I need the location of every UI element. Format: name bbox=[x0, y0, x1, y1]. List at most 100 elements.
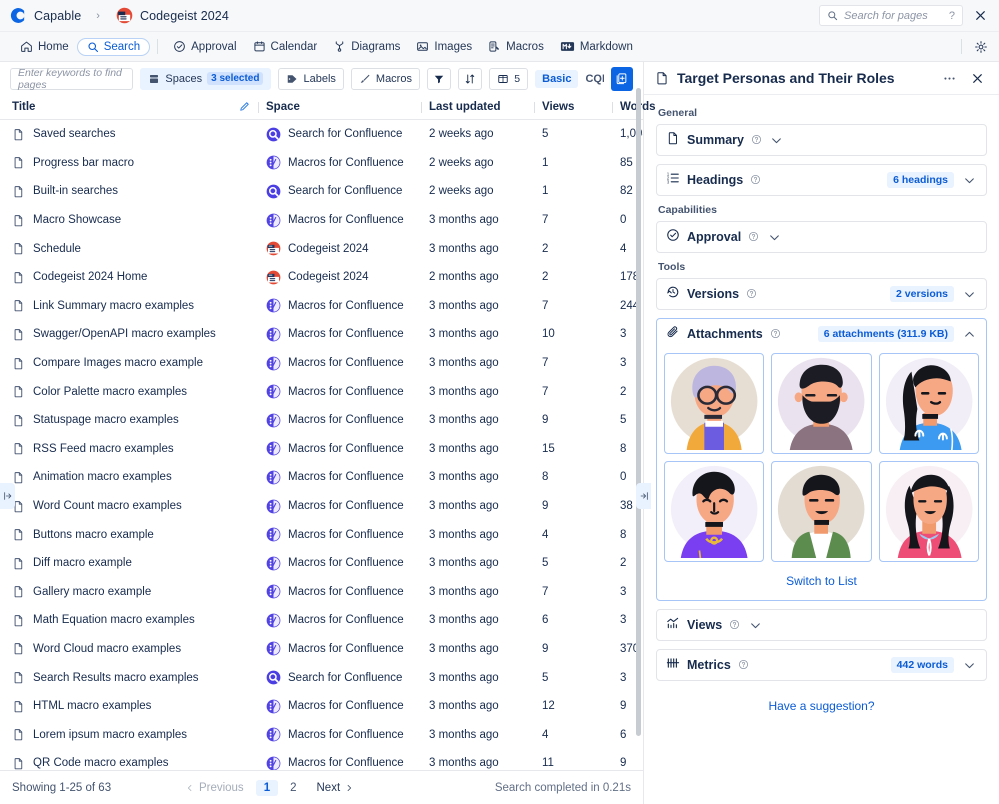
nav-item-home[interactable]: Home bbox=[12, 37, 77, 56]
window-close-button[interactable] bbox=[969, 5, 991, 27]
row-space-cell[interactable]: Macros for Confluence bbox=[266, 155, 421, 170]
keyword-search-input[interactable]: Enter keywords to find pages bbox=[10, 67, 134, 91]
global-search-input[interactable]: Search for pages ? bbox=[819, 5, 963, 26]
table-row[interactable]: Diff macro example Macros for Confluence 3… bbox=[0, 549, 643, 578]
info-icon[interactable] bbox=[751, 131, 762, 149]
row-title-cell[interactable]: Statuspage macro examples bbox=[12, 414, 238, 427]
results-scrollbar[interactable] bbox=[636, 88, 641, 788]
chevron-down-icon[interactable] bbox=[766, 231, 782, 244]
panel-card-header-views[interactable]: Views bbox=[657, 610, 986, 640]
table-row[interactable]: HTML macro examples Macros for Confluence… bbox=[0, 692, 643, 721]
table-row[interactable]: Built-in searches Search for Confluence 2 … bbox=[0, 177, 643, 206]
nav-item-macros[interactable]: Macros bbox=[480, 37, 552, 56]
nav-item-markdown[interactable]: Markdown bbox=[552, 37, 641, 56]
chevron-down-icon[interactable] bbox=[961, 288, 977, 301]
row-title-cell[interactable]: Macro Showcase bbox=[12, 214, 238, 227]
info-icon[interactable] bbox=[770, 325, 781, 343]
table-row[interactable]: Link Summary macro examples Macros for Co… bbox=[0, 292, 643, 321]
info-icon[interactable] bbox=[750, 171, 761, 189]
info-icon[interactable] bbox=[738, 656, 749, 674]
row-title-cell[interactable]: Saved searches bbox=[12, 128, 238, 141]
row-title-cell[interactable]: Lorem ipsum macro examples bbox=[12, 728, 238, 741]
row-title-cell[interactable]: Animation macro examples bbox=[12, 471, 238, 484]
query-mode-basic[interactable]: Basic bbox=[535, 69, 579, 88]
row-space-cell[interactable]: Search for Confluence bbox=[266, 670, 421, 685]
table-row[interactable]: Progress bar macro Macros for Confluence 2… bbox=[0, 149, 643, 178]
panel-card-versions[interactable]: Versions 2 versions bbox=[656, 278, 987, 310]
table-row[interactable]: Word Cloud macro examples Macros for Conf… bbox=[0, 635, 643, 664]
page-button-2[interactable]: 2 bbox=[282, 780, 304, 796]
nav-item-images[interactable]: Images bbox=[408, 37, 480, 56]
row-space-cell[interactable]: Macros for Confluence bbox=[266, 356, 421, 371]
table-row[interactable]: Lorem ipsum macro examples Macros for Con… bbox=[0, 720, 643, 749]
panel-card-views[interactable]: Views bbox=[656, 609, 987, 641]
column-edit-button[interactable] bbox=[238, 101, 258, 113]
panel-card-header-versions[interactable]: Versions 2 versions bbox=[657, 279, 986, 309]
column-header-space[interactable]: Space bbox=[266, 101, 421, 113]
row-title-cell[interactable]: Word Count macro examples bbox=[12, 500, 238, 513]
column-header-views[interactable]: Views bbox=[542, 101, 612, 113]
table-row[interactable]: Swagger/OpenAPI macro examples Macros for… bbox=[0, 320, 643, 349]
copy-results-button[interactable] bbox=[610, 66, 633, 91]
table-row[interactable]: Color Palette macro examples Macros for C… bbox=[0, 377, 643, 406]
attachment-thumb[interactable] bbox=[664, 461, 765, 562]
chevron-down-icon[interactable] bbox=[769, 134, 785, 147]
row-title-cell[interactable]: Search Results macro examples bbox=[12, 671, 238, 684]
row-space-cell[interactable]: Macros for Confluence bbox=[266, 613, 421, 628]
row-space-cell[interactable]: Macros for Confluence bbox=[266, 756, 421, 770]
row-title-cell[interactable]: Gallery macro example bbox=[12, 585, 238, 598]
row-title-cell[interactable]: Link Summary macro examples bbox=[12, 299, 238, 312]
spaces-filter-button[interactable]: Spaces 3 selected bbox=[140, 67, 272, 90]
attachment-thumb[interactable] bbox=[771, 353, 872, 454]
query-mode-cql[interactable]: CQL bbox=[578, 70, 603, 88]
row-space-cell[interactable]: Macros for Confluence bbox=[266, 384, 421, 399]
table-row[interactable]: Buttons macro example Macros for Confluen… bbox=[0, 520, 643, 549]
row-title-cell[interactable]: Progress bar macro bbox=[12, 156, 238, 169]
table-row[interactable]: Word Count macro examples Macros for Conf… bbox=[0, 492, 643, 521]
row-title-cell[interactable]: Word Cloud macro examples bbox=[12, 642, 238, 655]
row-space-cell[interactable]: Macros for Confluence bbox=[266, 527, 421, 542]
page-button-1[interactable]: 1 bbox=[255, 779, 279, 796]
row-space-cell[interactable]: Macros for Confluence bbox=[266, 470, 421, 485]
panel-card-metrics[interactable]: Metrics 442 words bbox=[656, 649, 987, 681]
attachment-thumb[interactable] bbox=[771, 461, 872, 562]
table-row[interactable]: Search Results macro examples Search for … bbox=[0, 663, 643, 692]
row-space-cell[interactable]: Macros for Confluence bbox=[266, 641, 421, 656]
have-a-suggestion-link[interactable]: Have a suggestion? bbox=[656, 689, 987, 723]
panel-card-header-approval[interactable]: Approval bbox=[657, 222, 986, 252]
table-row[interactable]: Statuspage macro examples Macros for Conf… bbox=[0, 406, 643, 435]
switch-to-list-link[interactable]: Switch to List bbox=[664, 562, 979, 592]
nav-item-diagrams[interactable]: Diagrams bbox=[325, 37, 408, 56]
panel-card-header-summary[interactable]: Summary bbox=[657, 125, 986, 155]
chevron-down-icon[interactable] bbox=[961, 659, 977, 672]
row-space-cell[interactable]: Macros for Confluence bbox=[266, 441, 421, 456]
chevron-down-icon[interactable] bbox=[961, 174, 977, 187]
row-title-cell[interactable]: RSS Feed macro examples bbox=[12, 442, 238, 455]
query-mode-toggle[interactable]: Basic CQL bbox=[535, 67, 604, 90]
panel-card-header-metrics[interactable]: Metrics 442 words bbox=[657, 650, 986, 680]
nav-item-search[interactable]: Search bbox=[76, 37, 151, 56]
brand-name[interactable]: Capable bbox=[34, 9, 81, 23]
attachment-thumb[interactable] bbox=[878, 461, 979, 562]
breadcrumb-space[interactable]: Codegeist 2024 bbox=[116, 7, 229, 24]
row-space-cell[interactable]: Macros for Confluence bbox=[266, 499, 421, 514]
row-title-cell[interactable]: Compare Images macro example bbox=[12, 357, 238, 370]
nav-item-calendar[interactable]: Calendar bbox=[245, 37, 326, 56]
row-space-cell[interactable]: Codegeist 2024 bbox=[266, 270, 421, 285]
info-icon[interactable] bbox=[729, 616, 740, 634]
attachment-thumb[interactable] bbox=[878, 353, 979, 454]
labels-filter-button[interactable]: Labels bbox=[278, 67, 344, 90]
row-space-cell[interactable]: Macros for Confluence bbox=[266, 413, 421, 428]
next-page-button[interactable]: Next bbox=[309, 780, 362, 796]
row-title-cell[interactable]: HTML macro examples bbox=[12, 700, 238, 713]
panel-more-button[interactable] bbox=[939, 68, 959, 88]
table-row[interactable]: Macro Showcase Macros for Confluence 3 mon… bbox=[0, 206, 643, 235]
panel-card-approval[interactable]: Approval bbox=[656, 221, 987, 253]
breadcrumb-space-label[interactable]: Codegeist 2024 bbox=[140, 9, 229, 23]
chevron-up-icon[interactable] bbox=[961, 328, 977, 341]
column-header-words[interactable]: Words bbox=[620, 101, 680, 113]
table-row[interactable]: Schedule Codegeist 2024 3 months ago 2 4 bbox=[0, 234, 643, 263]
row-title-cell[interactable]: Swagger/OpenAPI macro examples bbox=[12, 328, 238, 341]
row-space-cell[interactable]: Macros for Confluence bbox=[266, 727, 421, 742]
row-title-cell[interactable]: QR Code macro examples bbox=[12, 757, 238, 770]
